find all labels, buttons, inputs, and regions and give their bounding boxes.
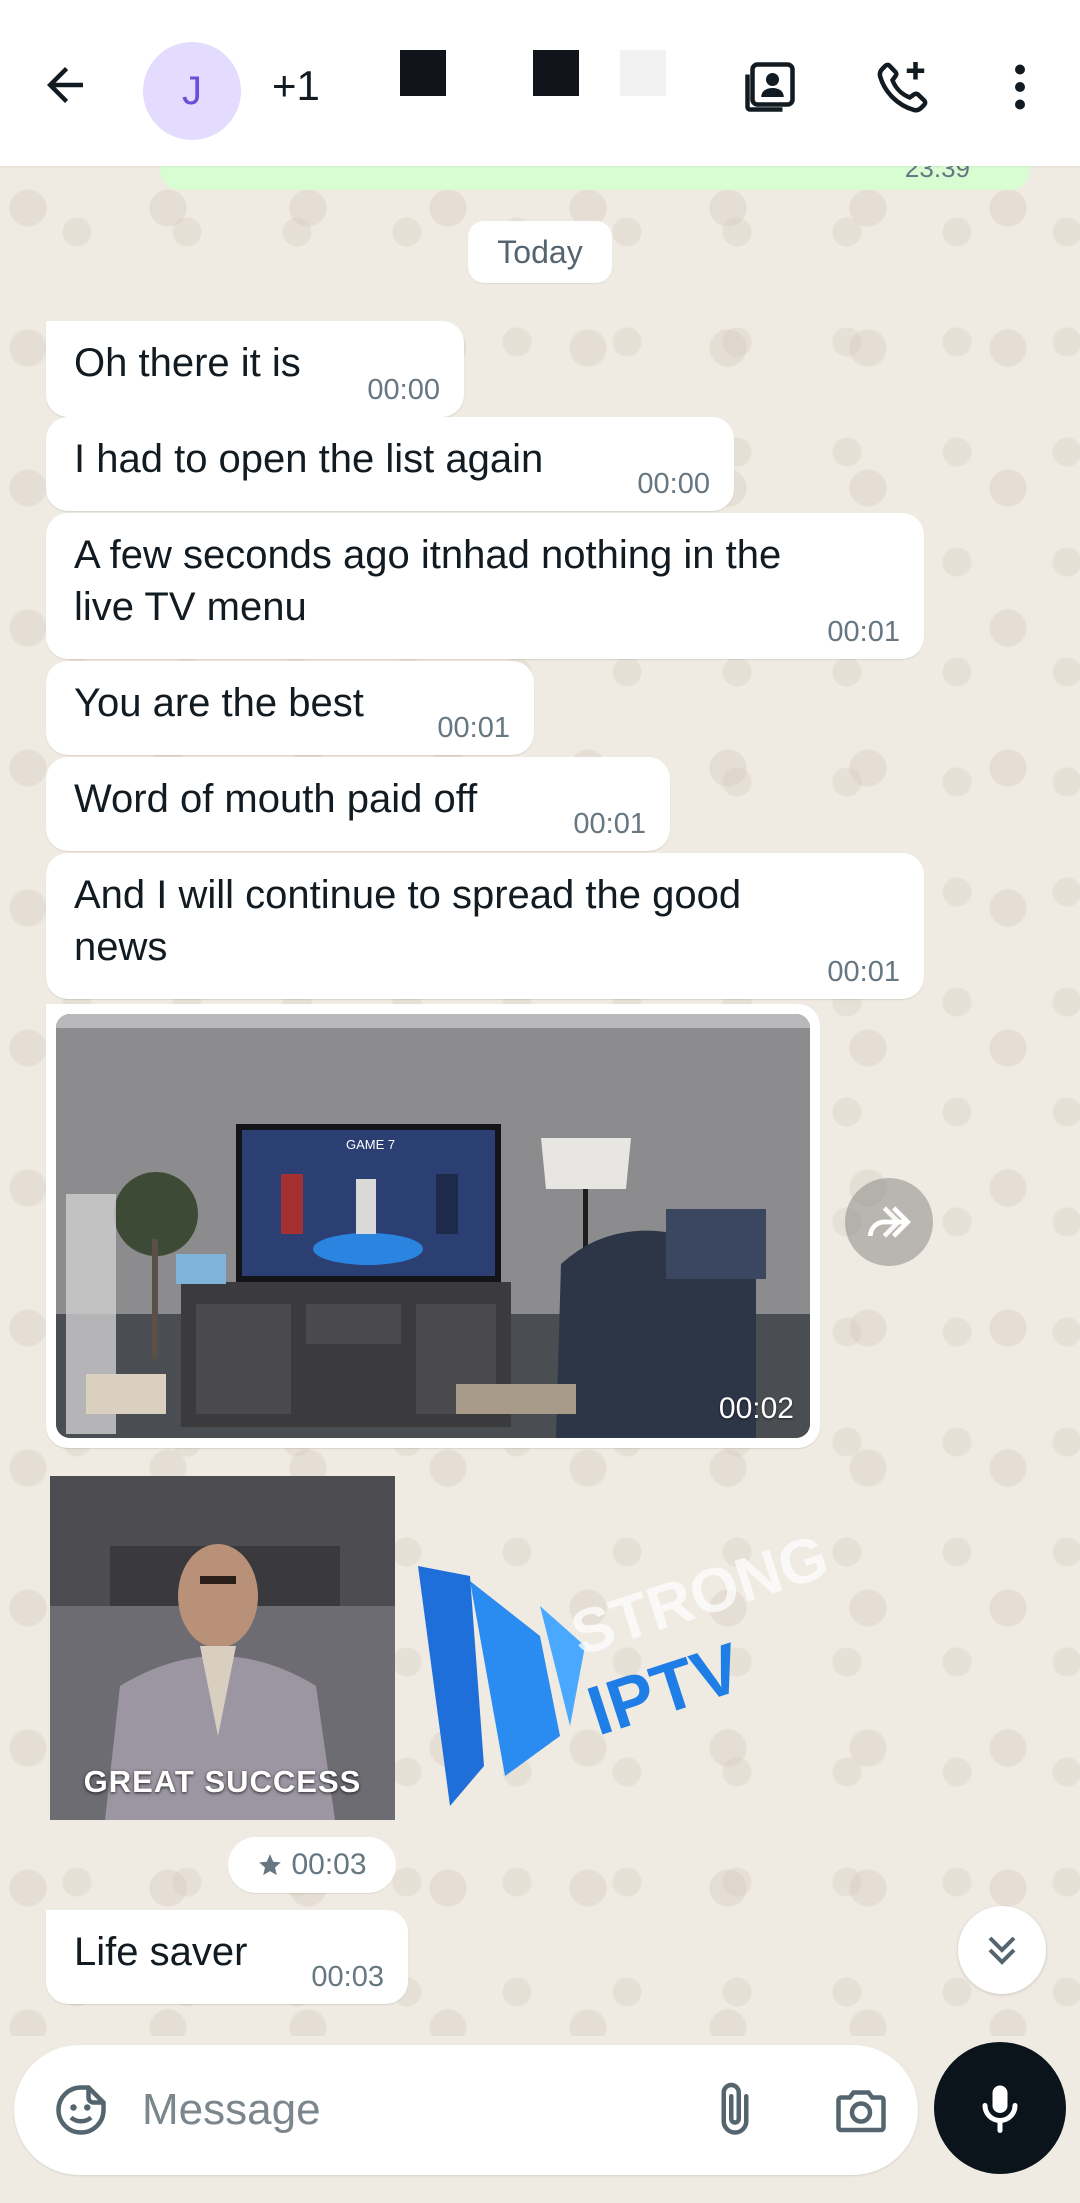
- message-text: And I will continue to spread the good n…: [74, 869, 741, 973]
- sticker-icon: [56, 2085, 106, 2135]
- message-time: 00:00: [637, 468, 710, 500]
- participants-extra-count[interactable]: +1: [272, 62, 320, 110]
- outgoing-message[interactable]: 23:39: [160, 166, 1030, 190]
- avatar[interactable]: J: [143, 42, 241, 140]
- paperclip-icon: [721, 2082, 749, 2135]
- tv-label: GAME 7: [346, 1137, 395, 1152]
- incoming-message[interactable]: And I will continue to spread the good n…: [46, 853, 924, 999]
- living-room-photo: GAME 7: [56, 1014, 810, 1438]
- redacted-block: [620, 50, 666, 96]
- message-text: Life saver: [74, 1930, 248, 1974]
- message-time: 00:02: [718, 1392, 794, 1425]
- contact-card-icon: [745, 62, 795, 112]
- message-time: 23:39: [904, 166, 970, 183]
- sticker-message[interactable]: GREAT SUCCESS: [50, 1476, 395, 1820]
- iptv-watermark: STRONG IPTV: [410, 1522, 890, 1806]
- redacted-block: [533, 50, 579, 96]
- add-call-button[interactable]: [868, 52, 938, 122]
- message-line: news: [74, 925, 168, 969]
- message-line: live TV menu: [74, 585, 307, 629]
- add-call-icon: [877, 62, 928, 113]
- sticker-caption: GREAT SUCCESS: [83, 1764, 362, 1799]
- emoji-sticker-button[interactable]: [48, 2077, 114, 2143]
- message-text: Oh there it is: [74, 341, 301, 385]
- chat-header: J +1: [0, 0, 1080, 166]
- forward-button[interactable]: [845, 1178, 933, 1266]
- message-time: 00:01: [827, 616, 900, 648]
- message-input[interactable]: [142, 2075, 682, 2145]
- incoming-message[interactable]: Life saver 00:03: [46, 1910, 408, 2004]
- back-button[interactable]: [30, 50, 100, 120]
- message-time: 00:03: [291, 1848, 367, 1881]
- message-text: I had to open the list again: [74, 437, 544, 481]
- message-time: 00:01: [827, 956, 900, 988]
- message-time: 00:00: [367, 374, 440, 406]
- incoming-photo-message[interactable]: GAME 7 00:02: [46, 1004, 820, 1448]
- voice-message-button[interactable]: [934, 2042, 1066, 2174]
- contact-card-button[interactable]: [735, 52, 805, 122]
- incoming-message[interactable]: Oh there it is 00:00: [46, 321, 464, 417]
- mic-icon: [982, 2085, 1018, 2133]
- camera-icon: [836, 2090, 886, 2133]
- redacted-block: [400, 50, 446, 96]
- double-chevron-down-icon: [988, 1936, 1016, 1965]
- message-text: Word of mouth paid off: [74, 777, 478, 821]
- incoming-message[interactable]: You are the best 00:01: [46, 661, 534, 755]
- date-divider: Today: [468, 221, 612, 283]
- message-line: A few seconds ago itnhad nothing in the: [74, 533, 782, 577]
- incoming-message[interactable]: Word of mouth paid off 00:01: [46, 757, 670, 851]
- message-time: 00:03: [311, 1961, 384, 1993]
- message-composer: [14, 2045, 918, 2175]
- back-arrow-icon: [47, 67, 83, 103]
- attach-button[interactable]: [700, 2075, 770, 2145]
- incoming-message[interactable]: I had to open the list again 00:00: [46, 417, 734, 511]
- photo-thumbnail[interactable]: GAME 7 00:02: [56, 1014, 810, 1438]
- message-time: 00:01: [573, 808, 646, 840]
- message-text: You are the best: [74, 681, 364, 725]
- scroll-to-bottom-button[interactable]: [958, 1906, 1046, 1994]
- message-time: 00:01: [437, 712, 510, 744]
- more-options-button[interactable]: [985, 52, 1055, 122]
- star-icon: [259, 1854, 282, 1876]
- sticker-meta: 00:03: [228, 1837, 396, 1893]
- message-line: And I will continue to spread the good: [74, 873, 742, 917]
- incoming-message[interactable]: A few seconds ago itnhad nothing in the …: [46, 513, 924, 659]
- camera-button[interactable]: [826, 2075, 896, 2145]
- more-vert-icon: [1015, 64, 1025, 110]
- forward-icon: [868, 1206, 911, 1238]
- message-text: A few seconds ago itnhad nothing in the …: [74, 529, 781, 633]
